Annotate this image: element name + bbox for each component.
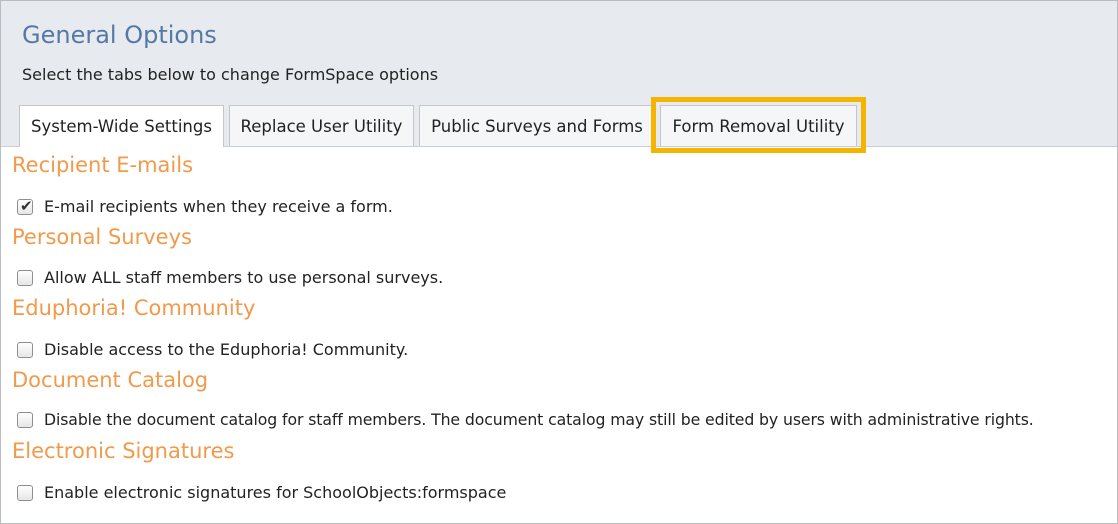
tab-system-wide-settings[interactable]: System-Wide Settings [19, 105, 224, 147]
option-allow-personal-surveys[interactable]: Allow ALL staff members to use personal … [17, 268, 443, 287]
option-label: Disable access to the Eduphoria! Communi… [44, 340, 409, 359]
checkbox-enable-electronic-signatures[interactable] [17, 484, 33, 501]
general-options-panel: General Options Select the tabs below to… [0, 0, 1118, 524]
tab-label: System-Wide Settings [31, 117, 212, 136]
option-disable-community[interactable]: Disable access to the Eduphoria! Communi… [17, 340, 408, 359]
option-disable-document-catalog[interactable]: Disable the document catalog for staff m… [17, 410, 1034, 429]
checkbox-email-recipients[interactable]: ✔ [17, 196, 33, 215]
option-label: Enable electronic signatures for SchoolO… [44, 483, 507, 502]
tab-replace-user-utility[interactable]: Replace User Utility [229, 105, 414, 146]
option-email-recipients[interactable]: ✔ E-mail recipients when they receive a … [17, 197, 393, 216]
section-title-document-catalog: Document Catalog [12, 368, 209, 392]
tab-form-removal-utility[interactable]: Form Removal Utility [660, 105, 857, 146]
tab-label: Form Removal Utility [672, 116, 845, 136]
section-title-personal-surveys: Personal Surveys [12, 225, 192, 249]
page-title: General Options [22, 21, 217, 49]
checkbox-disable-community[interactable] [17, 341, 33, 358]
tab-label: Public Surveys and Forms [431, 116, 643, 136]
section-title-eduphoria-community: Eduphoria! Community [12, 296, 256, 320]
section-title-recipient-emails: Recipient E-mails [12, 153, 194, 177]
tab-public-surveys-and-forms[interactable]: Public Surveys and Forms [419, 105, 655, 146]
option-label: Disable the document catalog for staff m… [44, 410, 1034, 429]
checkbox-allow-personal-surveys[interactable] [17, 269, 33, 286]
option-label: E-mail recipients when they receive a fo… [44, 197, 393, 216]
checkbox-disable-document-catalog[interactable] [17, 411, 33, 428]
page-subtitle: Select the tabs below to change FormSpac… [22, 65, 439, 84]
checkmark-icon: ✔ [20, 196, 33, 215]
panel-header: General Options Select the tabs below to… [1, 1, 1117, 147]
option-label: Allow ALL staff members to use personal … [44, 268, 444, 287]
tab-label: Replace User Utility [240, 116, 403, 136]
section-title-electronic-signatures: Electronic Signatures [12, 439, 235, 463]
option-enable-electronic-signatures[interactable]: Enable electronic signatures for SchoolO… [17, 483, 506, 502]
